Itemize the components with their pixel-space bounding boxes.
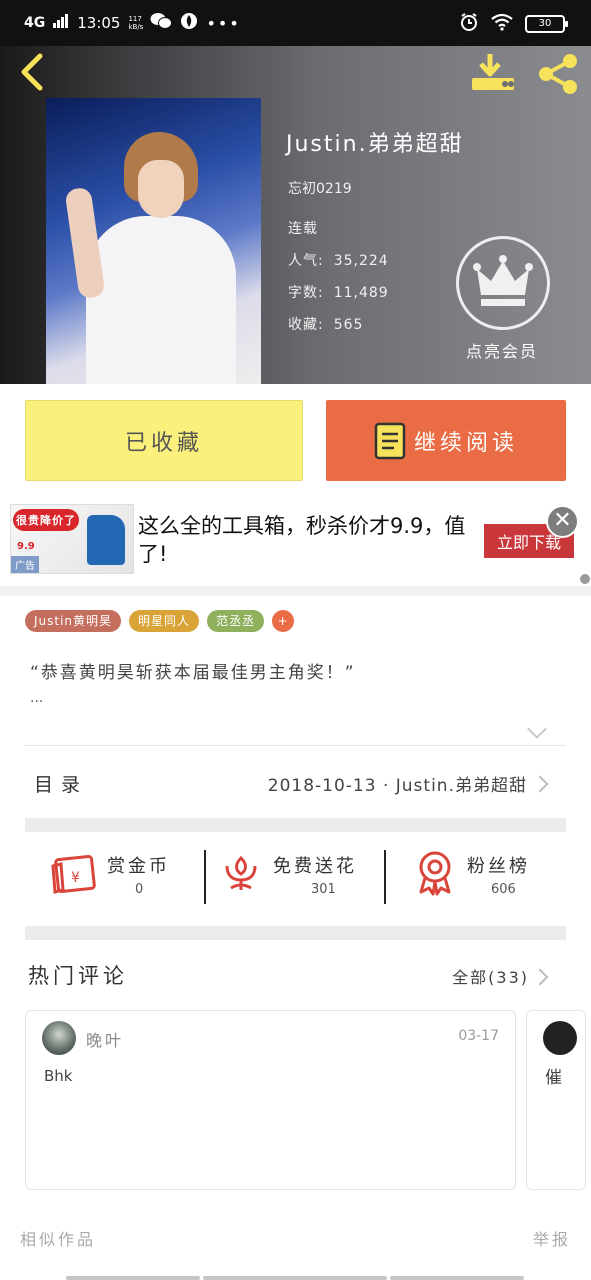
fan-ranking-button[interactable]: 粉丝榜 606 bbox=[387, 842, 567, 920]
share-button[interactable] bbox=[536, 52, 580, 100]
status-right: 30 bbox=[459, 12, 568, 36]
share-icon bbox=[539, 54, 577, 94]
reward-coins-button[interactable]: ¥ 赏金币 0 bbox=[25, 842, 205, 920]
book-popularity: 人气: 35,224 bbox=[288, 250, 389, 270]
app-notification-icon bbox=[180, 12, 198, 34]
popularity-value: 35,224 bbox=[333, 253, 389, 269]
svg-text:¥: ¥ bbox=[71, 870, 80, 886]
page-indicator bbox=[390, 1276, 524, 1280]
add-tag-button[interactable]: + bbox=[272, 610, 295, 632]
book-cover bbox=[46, 98, 261, 384]
stat-separator bbox=[204, 850, 206, 904]
ad-text: 这么全的工具箱，秒杀价才9.9，值了! bbox=[138, 514, 466, 566]
wechat-icon bbox=[150, 12, 173, 34]
red-envelope-icon: ¥ bbox=[51, 855, 96, 894]
reward-coins-count: 0 bbox=[135, 882, 144, 897]
book-favorites: 收藏: 565 bbox=[288, 314, 363, 334]
word-count-label: 字数: bbox=[288, 285, 324, 301]
section-divider bbox=[25, 818, 566, 832]
comment-text: 催 bbox=[545, 1068, 562, 1088]
continue-reading-label: 继续阅读 bbox=[413, 430, 518, 456]
chevron-down-icon[interactable] bbox=[527, 719, 547, 739]
crown-icon bbox=[473, 255, 533, 306]
comment-author[interactable]: 晚叶 bbox=[86, 1027, 124, 1051]
download-icon bbox=[472, 54, 514, 90]
ad-thumb-price: 9.9 bbox=[17, 541, 35, 552]
free-flower-button[interactable]: 免费送花 301 bbox=[207, 842, 387, 920]
back-button[interactable] bbox=[16, 52, 48, 96]
page-indicator bbox=[203, 1276, 387, 1280]
alarm-icon bbox=[459, 12, 479, 36]
hot-comments-title: 热门评论 bbox=[28, 964, 128, 988]
network-indicator: 4G bbox=[24, 15, 46, 31]
ad-thumb-tag: 很贵降价了 bbox=[13, 509, 79, 531]
avatar[interactable] bbox=[543, 1021, 577, 1055]
ad-banner[interactable]: 很贵降价了 9.9 广告 这么全的工具箱，秒杀价才9.9，值了! 立即下载 bbox=[0, 496, 591, 586]
free-flower-label: 免费送花 bbox=[273, 856, 357, 877]
favorites-value: 565 bbox=[333, 317, 364, 333]
book-header: Justin.弟弟超甜 忘初0219 连载 人气: 35,224 字数: 11,48… bbox=[0, 46, 591, 384]
tag-item[interactable]: 范丞丞 bbox=[207, 610, 265, 632]
book-word-count: 字数: 11,489 bbox=[288, 282, 389, 302]
ad-image: 很贵降价了 9.9 广告 bbox=[10, 504, 134, 574]
chevron-right-icon bbox=[531, 775, 549, 793]
comment-card[interactable]: 催 bbox=[526, 1010, 586, 1190]
action-bar: 已收藏 继续阅读 bbox=[0, 384, 591, 496]
clock: 13:05 bbox=[77, 14, 121, 32]
status-left: 4G 13:05 117 kB/s ••• bbox=[24, 12, 241, 34]
signal-icon bbox=[53, 14, 69, 32]
close-icon: ✕ bbox=[553, 508, 572, 533]
fan-ranking-count: 606 bbox=[491, 882, 516, 897]
report-button[interactable]: 举报 bbox=[533, 1226, 571, 1250]
popularity-label: 人气: bbox=[288, 253, 324, 269]
avatar[interactable] bbox=[42, 1021, 76, 1055]
book-detail-content: Justin黄明昊 明星同人 范丞丞 + “恭喜黄明昊斩获本届最佳男主角奖！” … bbox=[0, 596, 591, 1280]
ad-info-icon[interactable] bbox=[580, 574, 590, 584]
comment-date: 03-17 bbox=[458, 1028, 499, 1044]
flower-icon bbox=[225, 855, 257, 890]
status-bar: 4G 13:05 117 kB/s ••• 30 bbox=[0, 0, 591, 46]
vip-button[interactable] bbox=[456, 236, 550, 330]
book-title: Justin.弟弟超甜 bbox=[286, 132, 464, 157]
ad-badge: 广告 bbox=[11, 556, 39, 573]
section-divider bbox=[25, 926, 566, 940]
word-count-value: 11,489 bbox=[333, 285, 389, 301]
book-author[interactable]: 忘初0219 bbox=[288, 178, 352, 198]
download-button[interactable] bbox=[470, 52, 516, 96]
all-comments-label: 全部(33) bbox=[452, 968, 529, 987]
tag-item[interactable]: 明星同人 bbox=[129, 610, 200, 632]
wifi-icon bbox=[491, 13, 513, 35]
book-icon bbox=[374, 422, 406, 459]
similar-works-label[interactable]: 相似作品 bbox=[20, 1226, 96, 1250]
free-flower-count: 301 bbox=[311, 882, 336, 897]
battery-indicator: 30 bbox=[525, 15, 568, 33]
continue-reading-button[interactable]: 继续阅读 bbox=[326, 400, 566, 481]
collected-button[interactable]: 已收藏 bbox=[25, 400, 303, 481]
network-speed: 117 kB/s bbox=[128, 15, 144, 31]
divider bbox=[25, 745, 566, 746]
tag-list: Justin黄明昊 明星同人 范丞丞 + bbox=[25, 610, 295, 632]
medal-icon bbox=[419, 851, 451, 896]
book-intro: “恭喜黄明昊斩获本届最佳男主角奖！” bbox=[30, 663, 356, 683]
tag-item[interactable]: Justin黄明昊 bbox=[25, 610, 122, 632]
comment-card[interactable]: 晚叶 03-17 Bhk bbox=[25, 1010, 516, 1190]
chevron-right-icon bbox=[531, 968, 549, 986]
stat-separator bbox=[384, 850, 386, 904]
more-icon: ••• bbox=[206, 13, 241, 33]
toc-label: 目录 bbox=[34, 774, 89, 796]
favorites-label: 收藏: bbox=[288, 317, 324, 333]
page-indicator bbox=[66, 1276, 200, 1280]
comment-text: Bhk bbox=[44, 1067, 73, 1085]
fan-ranking-label: 粉丝榜 bbox=[467, 856, 530, 877]
book-status: 连载 bbox=[288, 221, 318, 237]
reward-coins-label: 赏金币 bbox=[107, 856, 170, 877]
vip-label[interactable]: 点亮会员 bbox=[466, 338, 538, 362]
ad-close-button[interactable]: ✕ bbox=[546, 505, 579, 538]
intro-ellipsis: ... bbox=[30, 690, 44, 706]
chevron-left-icon bbox=[21, 53, 43, 91]
toc-latest-chapter: 2018-10-13 · Justin.弟弟超甜 bbox=[267, 776, 527, 796]
stats-row: ¥ 赏金币 0 免费送花 301 粉丝榜 606 bbox=[25, 842, 566, 920]
